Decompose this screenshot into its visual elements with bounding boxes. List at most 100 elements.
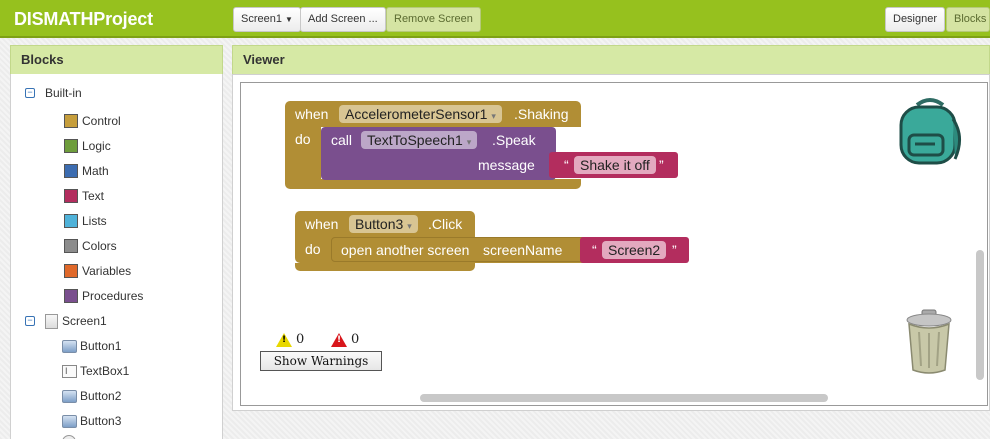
chevron-down-icon: ▾ xyxy=(407,221,412,231)
errors-count: 0 xyxy=(351,332,360,347)
call-block-speak[interactable]: call TextToSpeech1 ▾ .Speak message xyxy=(321,127,556,180)
text-block[interactable]: “ Shake it off ” xyxy=(549,152,678,178)
do-label: do xyxy=(295,131,311,147)
arg-label: message xyxy=(478,157,535,173)
tree-builtin[interactable]: − Built-in xyxy=(25,83,82,103)
screen-select-label: Screen1 xyxy=(241,13,282,25)
blocks-button[interactable]: Blocks xyxy=(946,7,990,32)
textbox-icon: I xyxy=(62,364,77,378)
quote-close: ” xyxy=(672,242,677,258)
component-label: TextBox1 xyxy=(80,364,130,378)
vertical-scrollbar[interactable] xyxy=(976,250,984,380)
quote-open: “ xyxy=(592,242,597,258)
warning-icon: ! xyxy=(276,332,292,347)
button-icon xyxy=(62,339,77,353)
tree-component[interactable]: Button2 xyxy=(62,386,121,406)
component-icon xyxy=(62,435,76,439)
button-icon xyxy=(62,414,77,428)
when-label: when xyxy=(295,106,329,122)
tree-component[interactable]: Button3 xyxy=(62,411,121,431)
blocks-panel: − Built-in Control Logic Math Text Lists Colo… xyxy=(10,74,223,439)
remove-screen-button[interactable]: Remove Screen xyxy=(386,7,481,32)
component-label: Button1 xyxy=(80,339,122,353)
screen-select[interactable]: Screen1 ▼ xyxy=(233,7,301,32)
event-block-foot xyxy=(285,179,581,189)
category-swatch-icon xyxy=(64,239,78,253)
quote-open: “ xyxy=(564,157,569,173)
trash-icon[interactable] xyxy=(903,308,955,376)
text-value[interactable]: Screen2 xyxy=(602,241,667,259)
builtin-item-label: Text xyxy=(82,189,105,203)
screen-label: Screen1 xyxy=(62,314,107,328)
builtin-label: Built-in xyxy=(45,86,82,100)
category-swatch-icon xyxy=(64,214,78,228)
tree-screen1[interactable]: − Screen1 xyxy=(25,311,107,331)
event-block-shaking[interactable]: when AccelerometerSensor1 ▾ .Shaking xyxy=(285,101,581,127)
project-title: DISMATHProject xyxy=(14,9,153,29)
category-swatch-icon xyxy=(64,189,78,203)
event-block-click[interactable]: when Button3 ▾ .Click xyxy=(295,211,475,237)
event-label: .Shaking xyxy=(514,106,569,122)
component-dropdown[interactable]: AccelerometerSensor1 ▾ xyxy=(339,105,502,123)
add-screen-button[interactable]: Add Screen ... xyxy=(300,7,386,32)
arg-label: screenName xyxy=(483,242,563,258)
component-label: Button2 xyxy=(80,389,122,403)
tree-component[interactable]: Button1 xyxy=(62,336,121,356)
tree-component[interactable]: I TextBox1 xyxy=(62,361,129,381)
event-block-foot xyxy=(295,263,475,271)
chevron-down-icon: ▾ xyxy=(491,111,496,121)
collapse-icon[interactable]: − xyxy=(25,88,35,98)
builtin-item-procedures[interactable]: Procedures xyxy=(64,286,143,306)
designer-button[interactable]: Designer xyxy=(885,7,946,32)
category-swatch-icon xyxy=(64,114,78,128)
component-dropdown[interactable]: TextToSpeech1 ▾ xyxy=(361,131,478,149)
backpack-icon[interactable] xyxy=(895,97,965,167)
event-label: .Click xyxy=(428,216,463,232)
show-warnings-button[interactable]: Show Warnings xyxy=(260,351,382,371)
category-swatch-icon xyxy=(64,289,78,303)
builtin-item-label: Control xyxy=(82,114,121,128)
chevron-down-icon: ▼ xyxy=(284,15,293,24)
text-block[interactable]: “ Screen2 ” xyxy=(580,237,689,263)
horizontal-scrollbar[interactable] xyxy=(420,394,828,402)
action-label: open another screen xyxy=(341,242,470,258)
builtin-item-label: Colors xyxy=(82,239,117,253)
viewer-header: Viewer xyxy=(232,45,990,75)
blocks-panel-header: Blocks xyxy=(10,45,223,75)
builtin-item-variables[interactable]: Variables xyxy=(64,261,131,281)
builtin-item-label: Variables xyxy=(82,264,132,278)
builtin-item-text[interactable]: Text xyxy=(64,186,104,206)
builtin-item-math[interactable]: Math xyxy=(64,161,109,181)
builtin-item-label: Procedures xyxy=(82,289,144,303)
category-swatch-icon xyxy=(64,164,78,178)
warnings-indicator: ! 0 xyxy=(276,332,304,347)
component-value: AccelerometerSensor1 xyxy=(345,106,488,122)
component-value: Button3 xyxy=(355,216,404,232)
text-value[interactable]: Shake it off xyxy=(574,156,656,174)
event-block-body: do xyxy=(285,127,321,179)
button-icon xyxy=(62,389,77,403)
builtin-item-lists[interactable]: Lists xyxy=(64,211,107,231)
builtin-item-logic[interactable]: Logic xyxy=(64,136,111,156)
top-toolbar: DISMATHProject Screen1 ▼ Add Screen ... R… xyxy=(0,0,990,38)
chevron-down-icon: ▾ xyxy=(466,137,472,147)
errors-indicator: ! 0 xyxy=(331,332,359,347)
component-value: TextToSpeech1 xyxy=(367,132,463,148)
builtin-item-label: Lists xyxy=(82,214,107,228)
builtin-item-colors[interactable]: Colors xyxy=(64,236,117,256)
do-label: do xyxy=(305,241,321,257)
quote-close: ” xyxy=(659,157,664,173)
category-swatch-icon xyxy=(64,264,78,278)
open-screen-block[interactable]: open another screen screenName xyxy=(331,237,587,262)
component-label: Button3 xyxy=(80,414,122,428)
builtin-item-label: Math xyxy=(82,164,109,178)
collapse-icon[interactable]: − xyxy=(25,316,35,326)
error-icon: ! xyxy=(331,332,347,347)
call-label: call xyxy=(331,132,353,148)
method-label: .Speak xyxy=(492,132,536,148)
component-dropdown[interactable]: Button3 ▾ xyxy=(349,215,418,233)
warnings-count: 0 xyxy=(296,332,305,347)
screen-icon xyxy=(45,313,58,329)
builtin-item-control[interactable]: Control xyxy=(64,111,121,131)
builtin-item-label: Logic xyxy=(82,139,111,153)
